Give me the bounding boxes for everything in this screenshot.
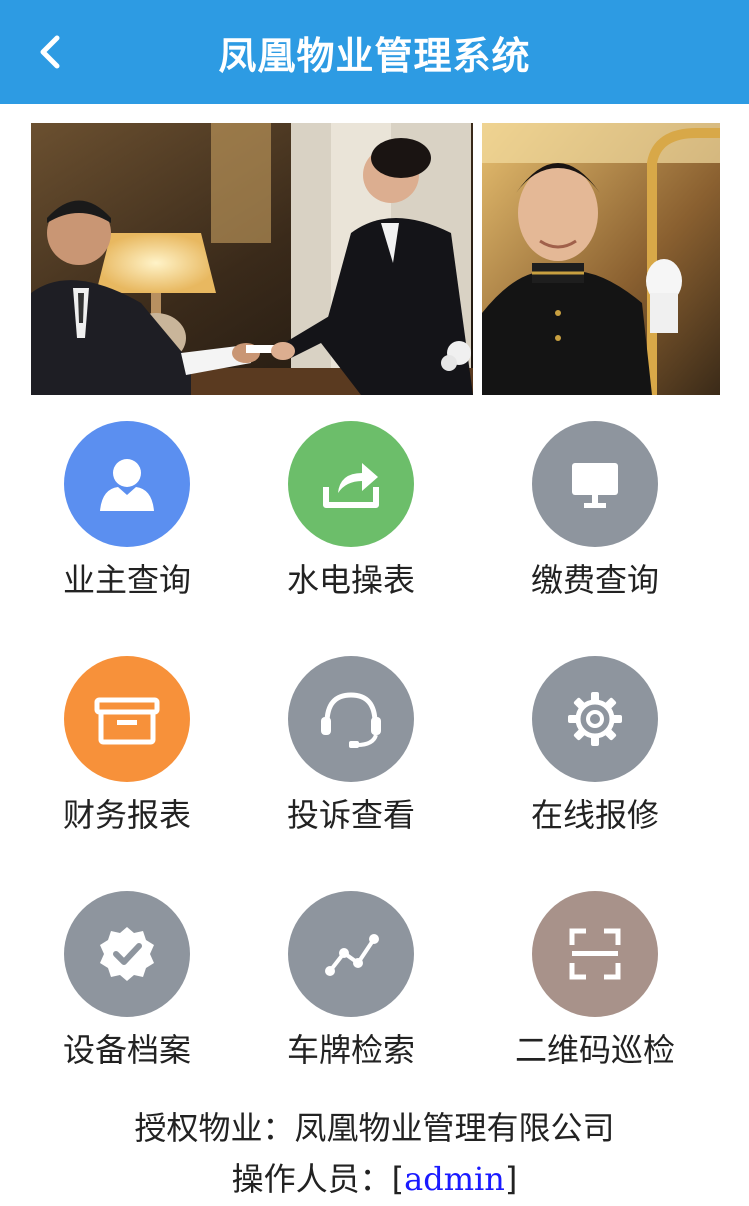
page-title: 凤凰物业管理系统: [218, 33, 531, 78]
menu-item-label: 业主查询: [62, 561, 191, 599]
menu-item-label: 水电操表: [286, 561, 415, 599]
menu-icon-circle: [64, 656, 190, 782]
menu-item-meter-reading[interactable]: 水电操表: [251, 421, 451, 621]
menu-item-label: 设备档案: [62, 1031, 191, 1069]
menu-item-equipment-records[interactable]: 设备档案: [27, 891, 227, 1091]
app-header: 凤凰物业管理系统: [0, 0, 749, 104]
user-icon: [100, 459, 154, 511]
inbox-tray-icon: [94, 697, 160, 745]
menu-icon-circle: [532, 421, 658, 547]
menu-item-label: 车牌检索: [286, 1031, 415, 1069]
operator-name: admin: [404, 1160, 505, 1198]
company-name: 凤凰物业管理有限公司: [294, 1109, 615, 1147]
menu-item-label: 投诉查看: [286, 796, 415, 834]
menu-icon-circle: [288, 656, 414, 782]
headset-icon: [321, 692, 381, 748]
share-arrow-icon: [323, 463, 379, 508]
menu-icon-circle: [64, 421, 190, 547]
footer-authorized-company: 授权物业：凤凰物业管理有限公司: [0, 1103, 749, 1149]
menu-item-label: 财务报表: [62, 796, 191, 834]
menu-item-plate-search[interactable]: 车牌检索: [251, 891, 451, 1091]
banner-reception-image: [31, 123, 473, 395]
verified-badge-icon: [100, 927, 154, 981]
trend-line-icon: [325, 934, 379, 976]
menu-icon-circle: [532, 656, 658, 782]
menu-item-label: 缴费查询: [530, 561, 659, 599]
operator-bracket-close: ]: [504, 1160, 518, 1198]
menu-item-complaints[interactable]: 投诉查看: [251, 656, 451, 856]
monitor-icon: [572, 463, 618, 508]
menu-item-online-repair[interactable]: 在线报修: [495, 656, 695, 856]
footer-operator: 操作人员：[admin]: [0, 1154, 749, 1200]
menu-item-qr-patrol[interactable]: 二维码巡检: [495, 891, 695, 1091]
menu-item-label: 在线报修: [530, 796, 659, 834]
gear-icon: [568, 692, 622, 746]
menu-icon-circle: [288, 421, 414, 547]
menu-item-payment-query[interactable]: 缴费查询: [495, 421, 695, 621]
company-label: 授权物业：: [134, 1109, 295, 1147]
menu-icon-circle: [532, 891, 658, 1017]
scan-frame-icon: [569, 928, 621, 980]
menu-item-owner-query[interactable]: 业主查询: [27, 421, 227, 621]
banner-doorman-image: [482, 123, 720, 395]
operator-bracket-open: [: [391, 1160, 405, 1198]
menu-icon-circle: [288, 891, 414, 1017]
operator-label: 操作人员：: [231, 1160, 392, 1198]
menu-item-finance-report[interactable]: 财务报表: [27, 656, 227, 856]
menu-item-label: 二维码巡检: [514, 1031, 675, 1069]
menu-icon-circle: [64, 891, 190, 1017]
